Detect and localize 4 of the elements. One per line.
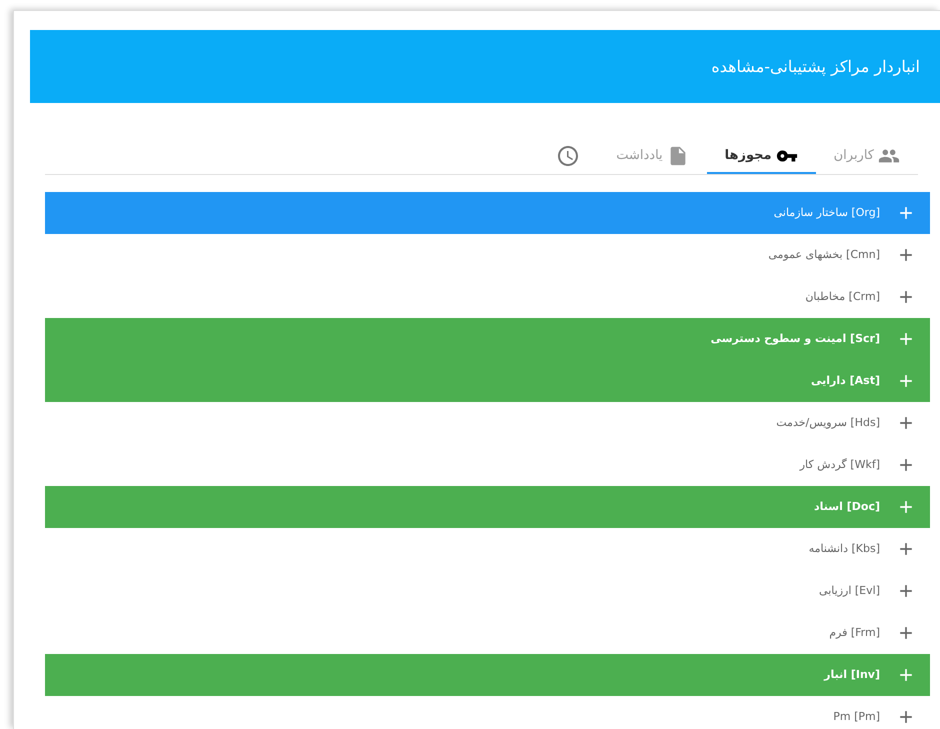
clock-icon — [556, 144, 580, 168]
permission-row[interactable]: [Org] ساختار سازمانی — [45, 192, 930, 234]
page-title: انباردار مراکز پشتیبانی-مشاهده — [711, 56, 920, 78]
tab[interactable]: مجوزها — [706, 140, 816, 174]
